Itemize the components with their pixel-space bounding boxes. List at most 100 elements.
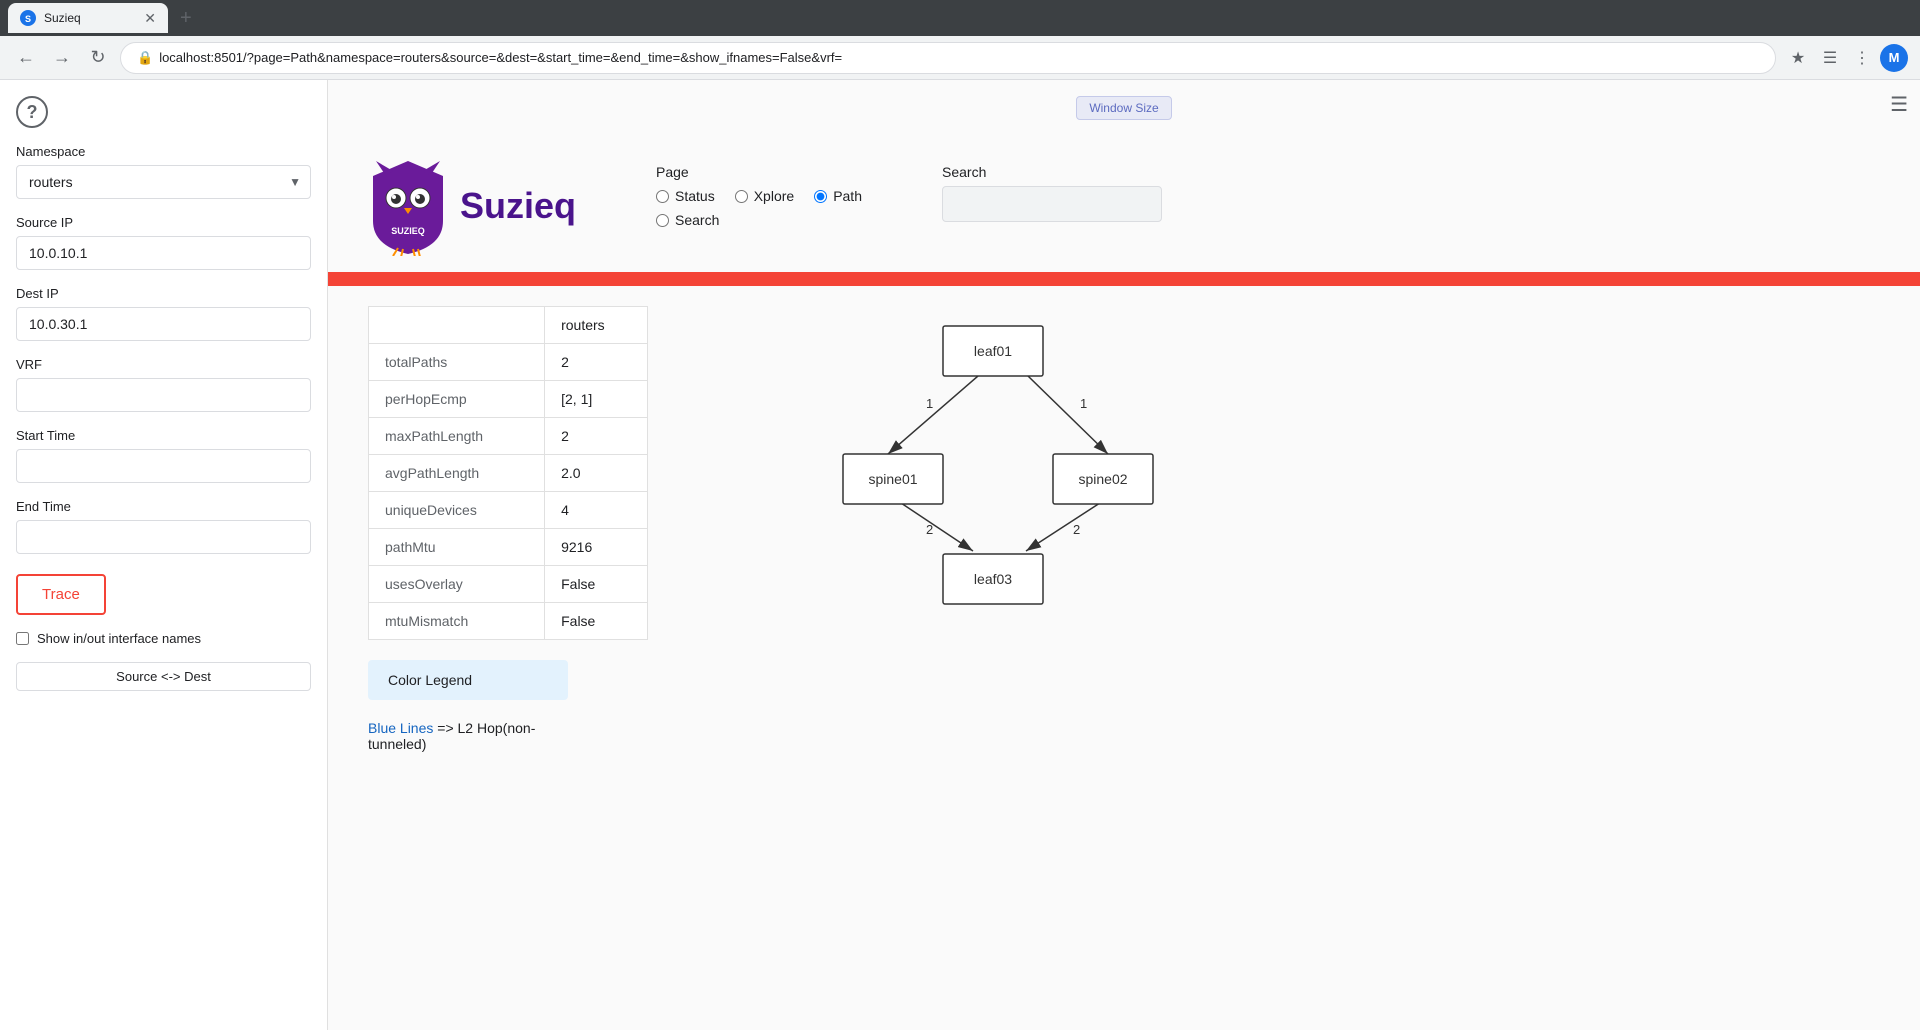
source-ip-field-group: Source IP — [16, 215, 311, 270]
profile-button[interactable]: M — [1880, 44, 1908, 72]
extensions-button[interactable]: ☰ — [1816, 44, 1844, 72]
radio-path-label: Path — [833, 188, 862, 204]
browser-toolbar: ← → ↻ 🔒 localhost:8501/?page=Path&namesp… — [0, 36, 1920, 80]
start-time-field-group: Start Time — [16, 428, 311, 483]
back-button[interactable]: ← — [12, 44, 40, 72]
namespace-field-group: Namespace routers default ▼ — [16, 144, 311, 199]
source-ip-input[interactable] — [16, 236, 311, 270]
tab-close-button[interactable]: ✕ — [144, 10, 156, 27]
table-row: mtuMismatchFalse — [369, 603, 648, 640]
color-legend-box: Color Legend — [368, 660, 568, 700]
window-size-hint: Window Size — [1076, 96, 1171, 120]
table-cell-key: mtuMismatch — [369, 603, 545, 640]
search-label: Search — [942, 164, 1162, 180]
legend-blue-lines: Blue Lines — [368, 720, 433, 736]
vrf-field-group: VRF — [16, 357, 311, 412]
address-bar[interactable]: 🔒 localhost:8501/?page=Path&namespace=ro… — [120, 42, 1776, 74]
browser-tab[interactable]: S Suzieq ✕ — [8, 3, 168, 33]
table-cell-key: totalPaths — [369, 344, 545, 381]
end-time-input[interactable] — [16, 520, 311, 554]
color-legend-title: Color Legend — [388, 672, 548, 688]
end-time-label: End Time — [16, 499, 311, 514]
radio-search[interactable]: Search — [656, 212, 719, 228]
radio-xplore[interactable]: Xplore — [735, 188, 794, 204]
red-divider — [328, 272, 1920, 286]
node-spine02-label: spine02 — [1078, 471, 1127, 487]
data-table: routers totalPaths2perHopEcmp[2, 1]maxPa… — [368, 306, 648, 640]
table-cell-value: 4 — [545, 492, 648, 529]
radio-status-input[interactable] — [656, 190, 669, 203]
dest-ip-field-group: Dest IP — [16, 286, 311, 341]
radio-xplore-input[interactable] — [735, 190, 748, 203]
node-spine01-label: spine01 — [868, 471, 917, 487]
reload-button[interactable]: ↻ — [84, 44, 112, 72]
page-label: Page — [656, 164, 862, 180]
header-section: SUZIEQ Suzieq Page Status Xplore — [328, 136, 1920, 256]
svg-text:S: S — [25, 14, 31, 24]
color-legend-section: Color Legend Blue Lines => L2 Hop(non- t… — [328, 660, 1920, 772]
logo-title: Suzieq — [460, 185, 576, 227]
search-section: Search — [942, 164, 1162, 222]
table-row: pathMtu9216 — [369, 529, 648, 566]
end-time-field-group: End Time — [16, 499, 311, 554]
table-row: perHopEcmp[2, 1] — [369, 381, 648, 418]
svg-text:SUZIEQ: SUZIEQ — [391, 226, 425, 236]
menu-button[interactable]: ⋮ — [1848, 44, 1876, 72]
table-row: avgPathLength2.0 — [369, 455, 648, 492]
browser-titlebar: S Suzieq ✕ + — [0, 0, 1920, 36]
radio-search-input[interactable] — [656, 214, 669, 227]
dest-ip-input[interactable] — [16, 307, 311, 341]
namespace-select[interactable]: routers default — [16, 165, 311, 199]
sidebar: ? Namespace routers default ▼ Source IP … — [0, 80, 328, 1030]
start-time-input[interactable] — [16, 449, 311, 483]
table-header-namespace: routers — [545, 307, 648, 344]
radio-xplore-label: Xplore — [754, 188, 794, 204]
legend-blue-desc: => L2 Hop(non- — [437, 720, 535, 736]
trace-button[interactable]: Trace — [16, 574, 106, 615]
radio-group: Status Xplore Path — [656, 188, 862, 204]
network-graph: 1 1 2 2 leaf01 spine01 — [688, 306, 1880, 619]
vrf-label: VRF — [16, 357, 311, 372]
node-leaf01-label: leaf01 — [974, 343, 1012, 359]
edge-label-2b: 2 — [1073, 522, 1080, 537]
help-icon[interactable]: ? — [16, 96, 48, 128]
forward-button[interactable]: → — [48, 44, 76, 72]
namespace-select-wrapper: routers default ▼ — [16, 165, 311, 199]
edge-spine01-leaf03 — [898, 501, 973, 551]
table-cell-value: 2 — [545, 418, 648, 455]
search-input[interactable] — [942, 186, 1162, 222]
legend-blue-desc2: tunneled) — [368, 736, 426, 752]
page-section: Page Status Xplore Path — [656, 164, 862, 228]
show-ifnames-row: Show in/out interface names — [16, 631, 311, 646]
table-header-empty — [369, 307, 545, 344]
source-ip-label: Source IP — [16, 215, 311, 230]
logo-area: SUZIEQ Suzieq — [368, 156, 576, 256]
radio-path[interactable]: Path — [814, 188, 862, 204]
radio-status[interactable]: Status — [656, 188, 715, 204]
new-tab-button[interactable]: + — [172, 7, 200, 30]
table-row: uniqueDevices4 — [369, 492, 648, 529]
table-cell-key: pathMtu — [369, 529, 545, 566]
source-dest-button[interactable]: Source <-> Dest — [16, 662, 311, 691]
bookmark-button[interactable]: ★ — [1784, 44, 1812, 72]
namespace-label: Namespace — [16, 144, 311, 159]
table-row: maxPathLength2 — [369, 418, 648, 455]
radio-group-2: Search — [656, 212, 862, 228]
show-ifnames-checkbox[interactable] — [16, 632, 29, 645]
vrf-input[interactable] — [16, 378, 311, 412]
edge-label-1a: 1 — [926, 396, 933, 411]
table-row: usesOverlayFalse — [369, 566, 648, 603]
hamburger-menu[interactable]: ☰ — [1890, 92, 1908, 117]
logo-svg: SUZIEQ — [368, 156, 448, 256]
table-cell-value: False — [545, 566, 648, 603]
table-cell-key: maxPathLength — [369, 418, 545, 455]
radio-path-input[interactable] — [814, 190, 827, 203]
edge-leaf01-spine01 — [888, 376, 978, 454]
table-cell-value: 9216 — [545, 529, 648, 566]
toolbar-icons: ★ ☰ ⋮ M — [1784, 44, 1908, 72]
main-content: Window Size — [328, 80, 1920, 1030]
table-cell-key: perHopEcmp — [369, 381, 545, 418]
start-time-label: Start Time — [16, 428, 311, 443]
graph-svg: 1 1 2 2 leaf01 spine01 — [688, 306, 1308, 616]
radio-search-label: Search — [675, 212, 719, 228]
